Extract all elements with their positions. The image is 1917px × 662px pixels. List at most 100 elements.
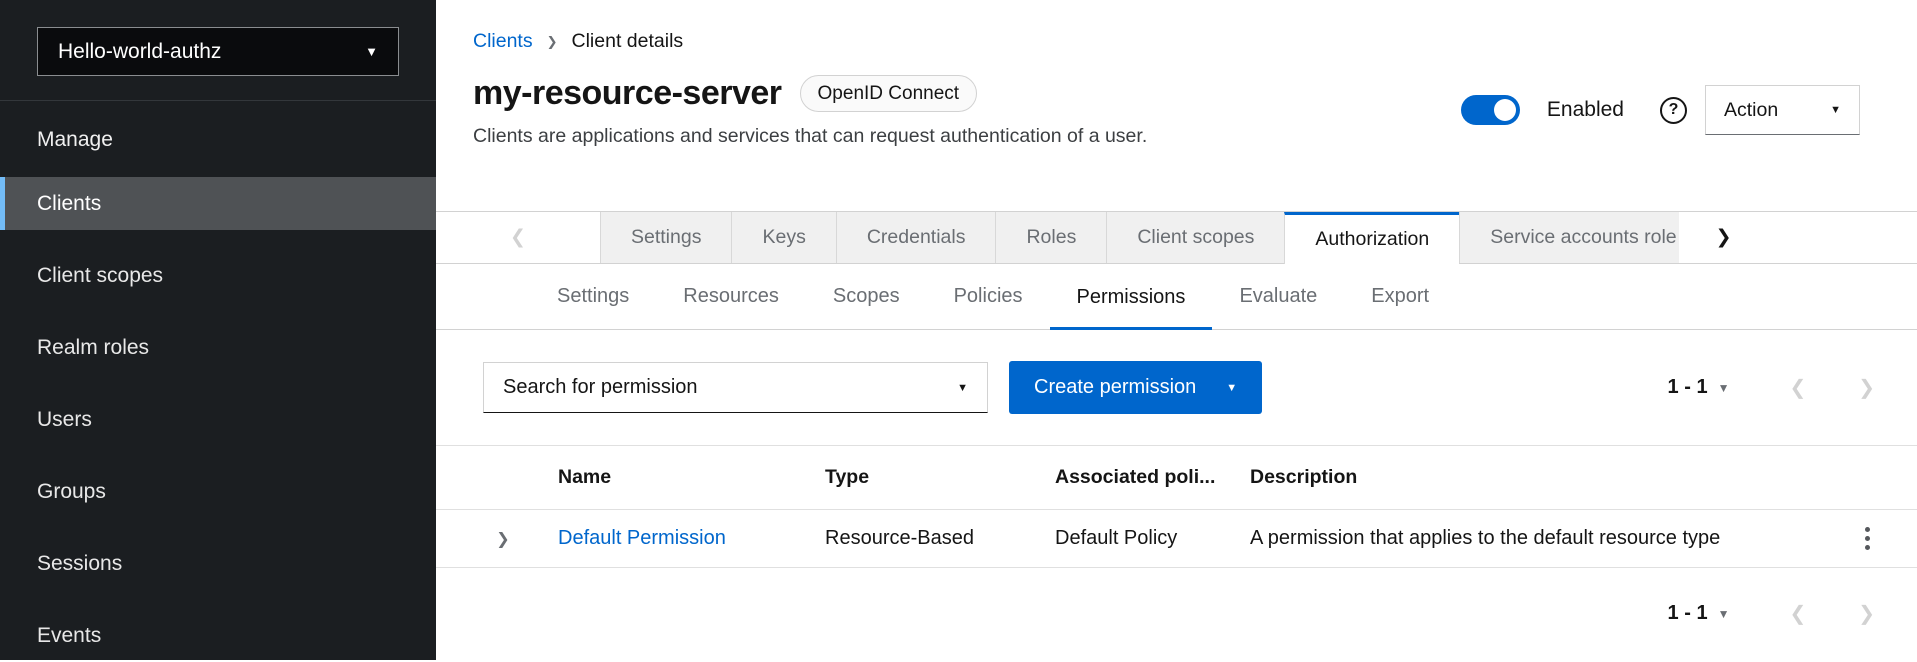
- chevron-left-icon: ❮: [510, 226, 526, 249]
- subtab-label: Evaluate: [1239, 285, 1317, 308]
- header-actions: Enabled ? Action ▼: [1461, 85, 1860, 135]
- sidebar-item-label: Clients: [37, 192, 101, 216]
- sidebar-item-client-scopes[interactable]: Client scopes: [0, 249, 436, 302]
- tab-keys[interactable]: Keys: [731, 212, 835, 263]
- permission-associated-policy-cell: Default Policy: [1055, 527, 1250, 550]
- sidebar-item-label: Sessions: [37, 552, 122, 576]
- sidebar-item-label: Users: [37, 408, 92, 432]
- chevron-down-icon: ▼: [957, 382, 968, 394]
- tab-authorization[interactable]: Authorization: [1284, 212, 1459, 264]
- pagination-range: 1 - 1: [1668, 376, 1708, 399]
- subtab-scopes[interactable]: Scopes: [806, 264, 927, 329]
- sidebar-item-events[interactable]: Events: [0, 609, 436, 662]
- permissions-table: Name Type Associated poli... Description…: [436, 445, 1917, 568]
- pagination-next-button[interactable]: ❯: [1858, 601, 1875, 626]
- tab-label: Settings: [631, 226, 701, 249]
- nav-section-title: Manage: [37, 128, 436, 152]
- pagination-bottom-wrapper: 1 - 1 ▼ ❮ ❯: [436, 568, 1917, 626]
- row-expand-chevron-icon[interactable]: ❯: [496, 529, 509, 549]
- subtab-evaluate[interactable]: Evaluate: [1212, 264, 1344, 329]
- permission-description-cell: A permission that applies to the default…: [1250, 527, 1817, 550]
- subtab-settings[interactable]: Settings: [530, 264, 656, 329]
- pagination-prev-button[interactable]: ❮: [1789, 375, 1806, 400]
- subtab-label: Settings: [557, 285, 629, 308]
- authorization-subtabs: Settings Resources Scopes Policies Permi…: [436, 264, 1917, 330]
- action-dropdown-label: Action: [1724, 99, 1778, 122]
- sidebar-item-label: Client scopes: [37, 264, 163, 288]
- pagination-top: 1 - 1 ▼ ❮ ❯: [1668, 375, 1875, 400]
- subtab-resources[interactable]: Resources: [656, 264, 806, 329]
- protocol-badge: OpenID Connect: [800, 75, 978, 112]
- permission-type-cell: Resource-Based: [825, 527, 1055, 550]
- sidebar-item-label: Events: [37, 624, 101, 648]
- toggle-knob: [1494, 99, 1516, 121]
- help-icon[interactable]: ?: [1660, 97, 1687, 124]
- sidebar-item-label: Groups: [37, 480, 106, 504]
- pagination-bottom: 1 - 1 ▼ ❮ ❯: [1668, 601, 1875, 626]
- tab-client-scopes[interactable]: Client scopes: [1106, 212, 1284, 263]
- sidebar-item-sessions[interactable]: Sessions: [0, 537, 436, 590]
- client-tabs: ❮ Settings Keys Credentials Roles Client…: [436, 212, 1917, 264]
- subtab-policies[interactable]: Policies: [927, 264, 1050, 329]
- tab-settings[interactable]: Settings: [600, 212, 731, 263]
- table-row: ❯ Default Permission Resource-Based Defa…: [436, 509, 1917, 568]
- subtab-export[interactable]: Export: [1344, 264, 1456, 329]
- column-header-type: Type: [825, 466, 1055, 489]
- search-permission-placeholder: Search for permission: [503, 376, 698, 399]
- chevron-down-icon: ▼: [1226, 382, 1237, 394]
- sidebar-item-label: Realm roles: [37, 336, 149, 360]
- sidebar-divider: [0, 100, 436, 101]
- pagination-prev-button[interactable]: ❮: [1789, 601, 1806, 626]
- app-window: Hello-world-authz ▼ Manage Clients Clien…: [0, 0, 1917, 660]
- sidebar-nav: Clients Client scopes Realm roles Users …: [0, 177, 436, 662]
- kebab-menu-icon[interactable]: [1859, 521, 1876, 556]
- sidebar-item-clients[interactable]: Clients: [0, 177, 436, 230]
- column-header-associated-policy: Associated poli...: [1055, 466, 1250, 489]
- breadcrumb-separator-icon: ❯: [547, 34, 558, 50]
- tab-roles[interactable]: Roles: [995, 212, 1106, 263]
- breadcrumb-current: Client details: [572, 30, 684, 53]
- chevron-down-icon: ▼: [365, 44, 378, 59]
- tab-credentials[interactable]: Credentials: [836, 212, 996, 263]
- tabs-scroll-right-button[interactable]: ❯: [1679, 212, 1769, 263]
- subtab-label: Permissions: [1077, 286, 1186, 309]
- subtab-label: Resources: [683, 285, 779, 308]
- subtab-label: Export: [1371, 285, 1429, 308]
- realm-selector[interactable]: Hello-world-authz ▼: [37, 27, 399, 76]
- permissions-toolbar: Search for permission ▼ Create permissio…: [436, 330, 1917, 445]
- breadcrumb-link-clients[interactable]: Clients: [473, 30, 533, 53]
- breadcrumb: Clients ❯ Client details: [436, 0, 1917, 53]
- permission-name-link[interactable]: Default Permission: [558, 527, 726, 549]
- pagination-range: 1 - 1: [1668, 602, 1708, 625]
- sidebar-item-users[interactable]: Users: [0, 393, 436, 446]
- enabled-label: Enabled: [1547, 98, 1624, 122]
- tab-label: Credentials: [867, 226, 966, 249]
- pagination-options-caret-icon[interactable]: ▼: [1718, 381, 1730, 395]
- tab-label: Client scopes: [1137, 226, 1254, 249]
- tab-label: Service accounts role: [1490, 226, 1676, 249]
- search-permission-select[interactable]: Search for permission ▼: [483, 362, 988, 413]
- row-actions-cell: [1817, 521, 1917, 556]
- realm-selector-value: Hello-world-authz: [58, 40, 221, 64]
- column-header-name: Name: [558, 466, 825, 489]
- subtab-label: Scopes: [833, 285, 900, 308]
- create-permission-button[interactable]: Create permission ▼: [1009, 361, 1262, 414]
- pagination-options-caret-icon[interactable]: ▼: [1718, 607, 1730, 621]
- tabs-scroll-left-button[interactable]: ❮: [436, 212, 600, 263]
- column-header-description: Description: [1250, 466, 1817, 489]
- chevron-down-icon: ▼: [1830, 104, 1841, 116]
- tab-label: Authorization: [1315, 228, 1429, 251]
- chevron-right-icon: ❯: [1716, 226, 1732, 249]
- sidebar-item-realm-roles[interactable]: Realm roles: [0, 321, 436, 374]
- page-header: Clients ❯ Client details my-resource-ser…: [436, 0, 1917, 212]
- tab-service-accounts-roles[interactable]: Service accounts role: [1459, 212, 1678, 263]
- action-dropdown[interactable]: Action ▼: [1705, 85, 1860, 135]
- enabled-toggle[interactable]: [1461, 95, 1520, 125]
- pagination-next-button[interactable]: ❯: [1858, 375, 1875, 400]
- sidebar-item-groups[interactable]: Groups: [0, 465, 436, 518]
- subtab-label: Policies: [954, 285, 1023, 308]
- create-permission-label: Create permission: [1034, 376, 1196, 399]
- page-title: my-resource-server: [473, 74, 782, 113]
- subtab-permissions[interactable]: Permissions: [1050, 264, 1213, 330]
- row-expand-cell: ❯: [436, 529, 558, 549]
